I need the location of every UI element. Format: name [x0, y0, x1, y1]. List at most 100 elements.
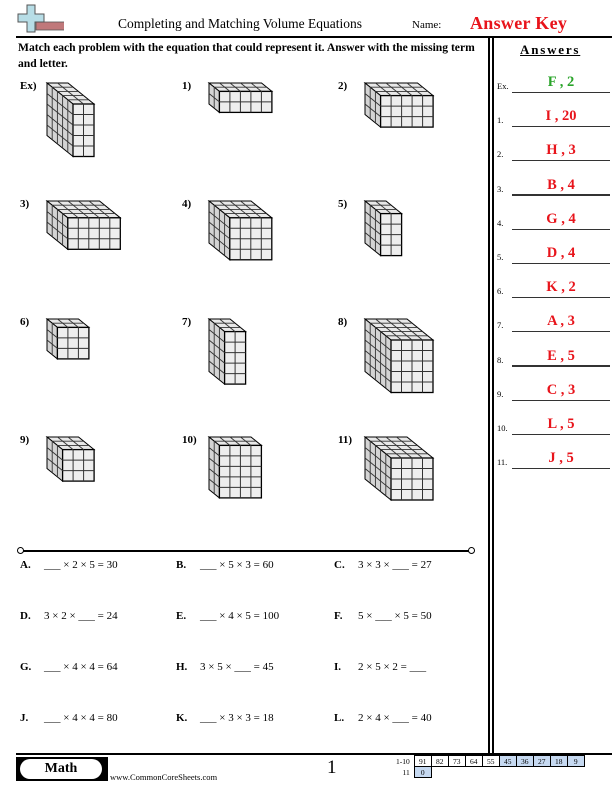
front-face: [56, 326, 90, 360]
problem-label: 1): [182, 80, 192, 92]
equation-letter: F.: [334, 610, 343, 622]
problem-label: 2): [338, 80, 348, 92]
answer-value[interactable]: I , 20: [512, 108, 610, 125]
cube-prism-figure: [363, 317, 435, 394]
equation-text: ___ × 3 × 3 = 18: [200, 712, 274, 724]
answer-blank-line: [512, 331, 610, 333]
answer-row: 4. G , 4: [497, 210, 610, 230]
answer-blank-line: [512, 194, 610, 196]
cube-prism-figure: [45, 317, 91, 360]
score-cell: 27: [532, 755, 551, 767]
equation-text: 2 × 4 × ___ = 40: [358, 712, 432, 724]
answer-row: 9. C , 3: [497, 381, 610, 401]
equation-text: 3 × 3 × ___ = 27: [358, 559, 432, 571]
answer-number: 2.: [497, 149, 504, 160]
answer-blank-line: [512, 468, 610, 470]
answer-row: 11. J , 5: [497, 449, 610, 470]
answer-number: 6.: [497, 286, 504, 297]
equation-item: B. ___ × 5 × 3 = 60: [176, 559, 274, 571]
answer-row: 7. A , 3: [497, 312, 610, 333]
equation-text: 2 × 5 × 2 = ___: [358, 661, 427, 673]
answers-title: Answers: [520, 42, 581, 57]
front-face: [379, 94, 434, 128]
column-divider: [492, 37, 494, 753]
equation-letter: E.: [176, 610, 187, 622]
cube-prism-figure: [45, 435, 96, 483]
answer-value[interactable]: K , 2: [512, 279, 610, 296]
column-divider: [488, 37, 490, 753]
separator-endpoint: [17, 547, 24, 554]
answer-row: Ex. F , 2: [497, 73, 610, 93]
score-cell: 73: [447, 755, 466, 767]
equation-item: I. 2 × 5 × 2 = ___: [334, 661, 426, 673]
equation-item: A. ___ × 2 × 5 = 30: [20, 559, 118, 571]
answer-blank-line: [512, 297, 610, 299]
answer-blank-line: [512, 228, 610, 230]
score-row-label: 11: [402, 767, 410, 777]
problem-label: 9): [20, 434, 30, 446]
equation-item: D. 3 × 2 × ___ = 24: [20, 610, 118, 622]
problem-label: 3): [20, 198, 30, 210]
score-cell: 64: [464, 755, 483, 767]
answer-value[interactable]: G , 4: [512, 211, 610, 228]
answer-value[interactable]: E , 5: [512, 348, 610, 365]
answer-value[interactable]: B , 4: [512, 177, 610, 194]
answer-row: 5. D , 4: [497, 244, 610, 264]
answer-row: 2. H , 3: [497, 141, 610, 162]
answer-blank-line: [512, 365, 610, 367]
answer-number: Ex.: [497, 81, 509, 91]
answer-blank-line: [512, 91, 610, 93]
front-face: [67, 217, 121, 250]
equation-letter: I.: [334, 661, 342, 673]
equation-text: ___ × 4 × 4 = 80: [44, 712, 118, 724]
name-value: Answer Key: [470, 13, 568, 33]
website-link[interactable]: www.CommonCoreSheets.com: [110, 772, 217, 782]
cube-prism-figure: [45, 199, 122, 251]
equation-letter: C.: [334, 559, 345, 571]
equation-item: E. ___ × 4 × 5 = 100: [176, 610, 279, 622]
answer-value[interactable]: C , 3: [512, 382, 610, 399]
score-cell: 18: [549, 755, 568, 767]
score-cell: 36: [515, 755, 534, 767]
equation-text: 3 × 5 × ___ = 45: [200, 661, 274, 673]
plus-minus-logo-icon: [17, 4, 64, 33]
equation-item: H. 3 × 5 × ___ = 45: [176, 661, 274, 673]
answer-number: 8.: [497, 354, 504, 365]
cube-prism-figure: [207, 317, 248, 386]
equation-text: 3 × 2 × ___ = 24: [44, 610, 118, 622]
worksheet-title: Completing and Matching Volume Equations: [118, 16, 362, 31]
answer-value[interactable]: J , 5: [512, 450, 610, 467]
answer-value[interactable]: L , 5: [512, 416, 610, 433]
score-table: 1-10 91 82 73 64 55 45 36 27 18 9 11 0: [394, 755, 585, 778]
separator-line: [20, 550, 472, 552]
equation-text: ___ × 4 × 5 = 100: [200, 610, 280, 622]
equation-text: 5 × ___ × 5 = 50: [358, 610, 432, 622]
problem-label: 11): [338, 434, 353, 446]
equation-item: G. ___ × 4 × 4 = 64: [20, 661, 118, 673]
equation-item: C. 3 × 3 × ___ = 27: [334, 559, 432, 571]
separator-endpoint: [468, 547, 475, 554]
answer-value[interactable]: H , 3: [512, 142, 610, 159]
answer-value[interactable]: F , 2: [512, 74, 610, 91]
answer-number: 10.: [497, 423, 508, 433]
equation-text: ___ × 2 × 5 = 30: [44, 559, 118, 571]
answer-number: 5.: [497, 252, 504, 262]
answer-value[interactable]: D , 4: [512, 245, 610, 262]
name-label: Name:: [412, 19, 442, 31]
score-row: 1-10 91 82 73 64 55 45 36 27 18 9: [394, 755, 585, 767]
equation-letter: J.: [20, 712, 29, 724]
problem-label: 10): [182, 434, 197, 446]
cube-prism-figure: [207, 435, 263, 499]
score-row: 11 0: [394, 766, 584, 778]
equation-letter: B.: [176, 559, 187, 571]
score-cell: 55: [481, 755, 500, 767]
answer-number: 3.: [497, 183, 504, 194]
problem-label: Ex): [20, 80, 37, 92]
answer-value[interactable]: A , 3: [512, 313, 610, 330]
score-cell: 91: [413, 755, 432, 767]
header-rule: [16, 36, 612, 38]
equation-letter: K.: [176, 712, 188, 724]
score-cell: 9: [566, 755, 585, 767]
answer-blank-line: [512, 399, 610, 401]
equation-letter: D.: [20, 610, 31, 622]
